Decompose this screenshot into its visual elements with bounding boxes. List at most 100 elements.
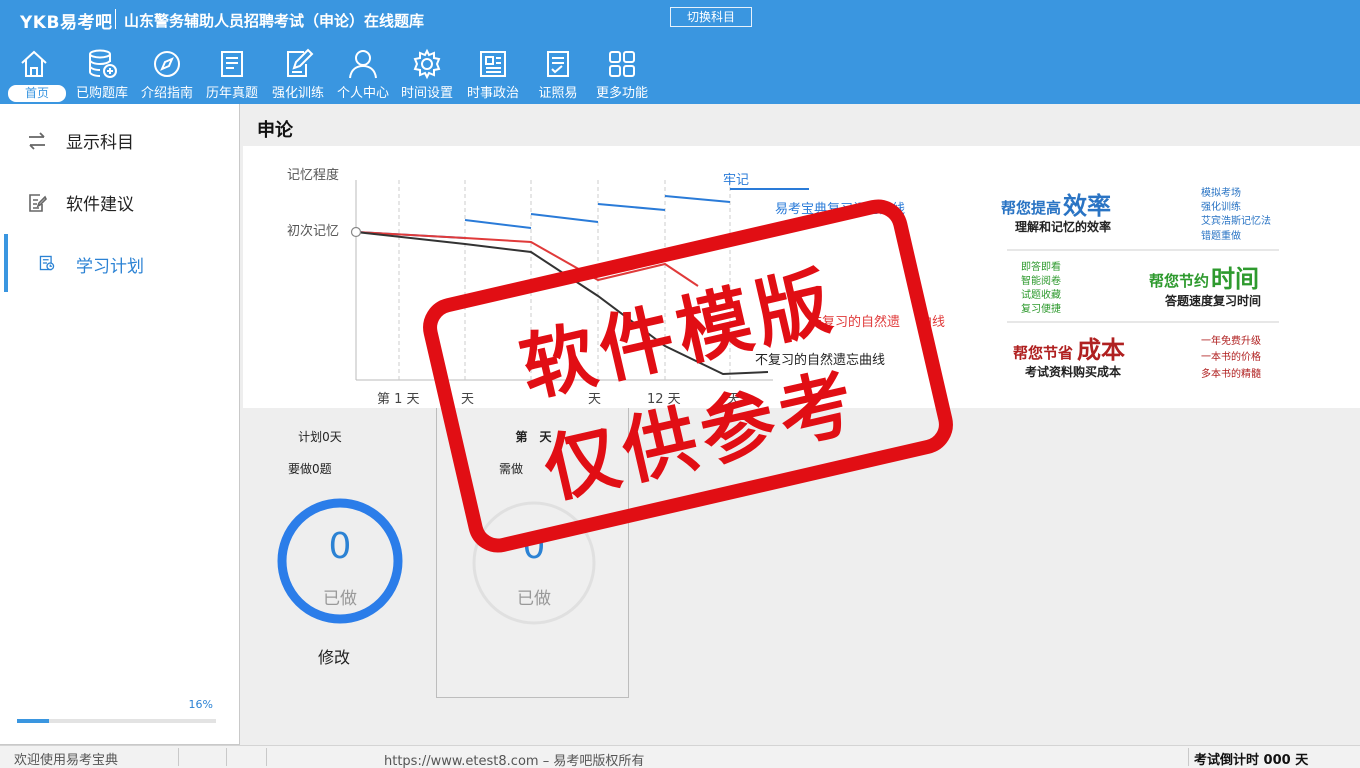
x-tick-label: 12 天 [647,392,681,407]
nav-profile[interactable]: 个人中心 [332,48,394,104]
x-tick-label: 第 1 天 [377,392,420,407]
sidebar-item-label: 显示科目 [66,133,134,153]
label-black-curve: 不复习的自然遗忘曲线 [755,352,885,368]
promo-list-item: 试题收藏 [1021,288,1061,301]
status-separator [1188,748,1189,766]
ring-label: 已做 [517,589,551,609]
nav-training-label: 强化训练 [271,86,324,101]
status-copyright: https://www.etest8.com – 易考吧版权所有 [384,754,645,768]
nav-guide-label: 介绍指南 [140,86,193,101]
swap-icon [29,132,45,150]
app-header: YKB易考吧 山东警务辅助人员招聘考试（申论）在线题库 切换科目 首页 已购题库… [0,0,1360,104]
home-icon [21,50,47,77]
promo-list-item: 艾宾浩斯记忆法 [1201,214,1271,227]
nav-license-label: 证照易 [538,86,578,101]
database-icon [89,49,117,78]
promo-list-item: 复习便捷 [1021,302,1061,315]
promo-list-item: 多本书的精髓 [1201,367,1261,380]
promo-efficiency-sub: 理解和记忆的效率 [1015,219,1111,234]
progress-bar [17,719,216,723]
progress-ring: 0 已做 [469,498,599,628]
nav-past-exams[interactable]: 历年真题 [200,48,264,104]
promo-block: 帮您提高 效率 理解和记忆的效率 模拟考场 强化训练 艾宾浩斯记忆法 错题重做 … [1001,186,1279,380]
plan-card-today: 第 天 需做 0 已做 [436,408,629,698]
promo-list-item: 即答即看 [1021,260,1061,273]
promo-list-item: 一年免费升级 [1201,334,1261,347]
nav-training[interactable]: 强化训练 [266,48,330,104]
label-firm: 牢记 [723,173,749,188]
plan-card-total: 计划0天 要做0题 0 已做 修改 [258,408,418,698]
exam-countdown: 考试倒计时 000 天 [1194,753,1309,768]
progress-bar-fill [17,719,49,723]
nav-profile-label: 个人中心 [336,86,389,101]
y-label-mid: 初次记忆 [287,223,339,239]
nav-purchased-label: 已购题库 [75,86,128,101]
nav-home-label: 首页 [8,85,66,102]
nav-current-affairs[interactable]: 时事政治 [462,48,524,104]
app-title: 山东警务辅助人员招聘考试（申论）在线题库 [124,12,425,30]
promo-cost-big: 成本 [1077,336,1125,364]
promo-time-sub: 答题速度复习时间 [1165,293,1261,308]
x-tick-label: 天 [727,392,740,407]
nav-guide[interactable]: 介绍指南 [136,48,198,104]
progress-percent: 16% [188,698,213,711]
ring-label: 已做 [323,589,357,609]
nav-time-settings[interactable]: 时间设置 [396,48,458,104]
app-brand: YKB易考吧 [20,13,113,33]
status-separator [226,748,227,766]
day-gridlines [398,180,731,380]
plan-day-number: 第 天 [515,430,552,444]
x-tick-label: 天 [588,392,601,407]
y-label-top: 记忆程度 [287,167,339,183]
promo-time-big: 时间 [1211,265,1259,293]
plan-icon [39,255,55,271]
nav-license[interactable]: 证照易 [528,48,588,104]
promo-list-item: 模拟考场 [1201,186,1241,199]
nav-more[interactable]: 更多功能 [592,48,652,104]
promo-cost-sub: 考试资料购买成本 [1025,364,1121,379]
sidebar-item-study-plan[interactable]: 学习计划 [0,234,239,292]
header-divider [115,9,116,29]
red-curve [355,231,699,287]
nav-home[interactable]: 首页 [0,48,68,104]
edit-icon [287,48,314,77]
user-icon [349,50,377,79]
nav-time-settings-label: 时间设置 [400,86,453,101]
nav-purchased[interactable]: 已购题库 [70,48,134,104]
switch-subject-button[interactable]: 切换科目 [670,7,752,27]
promo-list-item: 强化训练 [1201,200,1241,213]
plan-need: 要做0题 [288,462,332,476]
black-curve [355,231,769,376]
progress-ring: 0 已做 [275,496,405,626]
section-title: 申论 [257,120,293,141]
promo-efficiency-big: 效率 [1063,192,1111,220]
plan-days: 计划0天 [298,430,342,444]
feedback-icon [29,194,47,212]
sidebar-item-label: 软件建议 [66,195,134,215]
gear-icon [413,48,441,80]
ring-value: 0 [522,526,546,567]
start-point [350,226,362,238]
modify-plan-button[interactable]: 修改 [258,644,410,668]
ykb-review-curve [355,195,731,239]
x-tick-label: 天 [461,392,474,407]
promo-cost-prefix: 帮您节省 [1013,344,1073,362]
status-separator [178,748,179,766]
nav-past-exams-label: 历年真题 [205,86,258,101]
label-red-curve: 非复习的自然遗 [809,314,900,330]
promo-efficiency-prefix: 帮您提高 [1001,199,1061,217]
list-icon [221,51,243,77]
promo-list-item: 错题重做 [1201,229,1241,242]
promo-list-item: 一本书的价格 [1201,350,1261,363]
checklist-icon [547,51,569,77]
nav-more-label: 更多功能 [595,86,648,101]
sidebar-item-feedback[interactable]: 软件建议 [0,178,239,226]
news-icon [480,51,506,77]
grid-icon [609,51,635,77]
sidebar-item-show-subjects[interactable]: 显示科目 [0,116,239,164]
compass-icon [154,51,180,77]
status-separator [266,748,267,766]
plan-need: 需做 [499,462,524,476]
memory-curve-graphic: 记忆程度 初次记忆 第 1 天 天 天 12 天 天 牢记 易考宝典复习记忆曲线… [287,167,1279,407]
label-red-curve-tail: 曲线 [919,315,945,330]
